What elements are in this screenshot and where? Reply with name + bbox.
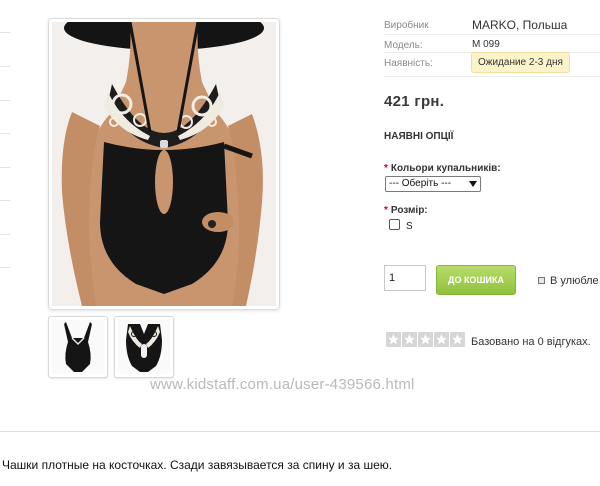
manufacturer-value: MARKO, Польша bbox=[472, 18, 568, 32]
info-divider bbox=[384, 76, 600, 77]
left-divider bbox=[0, 200, 10, 201]
size-option-label: * Розмір: bbox=[384, 205, 428, 216]
left-divider bbox=[0, 133, 10, 134]
quantity-input[interactable]: 1 bbox=[384, 265, 426, 291]
availability-label: Наявність: bbox=[384, 58, 433, 69]
manufacturer-label: Виробник bbox=[384, 20, 429, 31]
reviews-link[interactable]: Базовано на 0 відгуках. bbox=[471, 336, 591, 348]
availability-badge: Ожидание 2-3 дня bbox=[471, 52, 570, 73]
star-icon bbox=[418, 332, 433, 347]
description-divider bbox=[0, 431, 600, 432]
left-divider bbox=[0, 267, 10, 268]
info-divider bbox=[384, 34, 600, 35]
star-icon bbox=[450, 332, 465, 347]
required-mark: * bbox=[384, 163, 388, 174]
wishlist-link[interactable]: В улюбле bbox=[550, 275, 599, 287]
star-icon bbox=[386, 332, 401, 347]
product-main-image[interactable] bbox=[48, 18, 280, 310]
product-description: Чашки плотные на косточках. Сзади завязы… bbox=[2, 458, 393, 472]
left-divider bbox=[0, 32, 10, 33]
rating-stars bbox=[386, 332, 465, 347]
product-price: 421 грн. bbox=[384, 93, 445, 110]
left-divider bbox=[0, 167, 10, 168]
options-heading: НАЯВНІ ОПЦІЇ bbox=[384, 131, 454, 142]
left-divider bbox=[0, 234, 10, 235]
add-to-cart-button[interactable]: ДО КОШИКА bbox=[436, 265, 516, 295]
color-option-label: * Кольори купальників: bbox=[384, 163, 501, 174]
size-checkbox[interactable] bbox=[389, 219, 400, 230]
model-label: Модель: bbox=[384, 40, 423, 51]
wishlist-icon[interactable] bbox=[538, 277, 545, 284]
star-icon bbox=[434, 332, 449, 347]
required-mark: * bbox=[384, 205, 388, 216]
size-value: S bbox=[406, 221, 413, 232]
model-value: M 099 bbox=[472, 39, 500, 50]
chevron-down-icon bbox=[469, 181, 477, 187]
left-divider bbox=[0, 100, 10, 101]
star-icon bbox=[402, 332, 417, 347]
watermark-text: www.kidstaff.com.ua/user-439566.html bbox=[150, 376, 415, 393]
product-thumbnail[interactable] bbox=[114, 316, 174, 378]
color-select[interactable]: --- Оберіть --- bbox=[385, 176, 481, 192]
product-thumbnail[interactable] bbox=[48, 316, 108, 378]
left-divider bbox=[0, 66, 10, 67]
